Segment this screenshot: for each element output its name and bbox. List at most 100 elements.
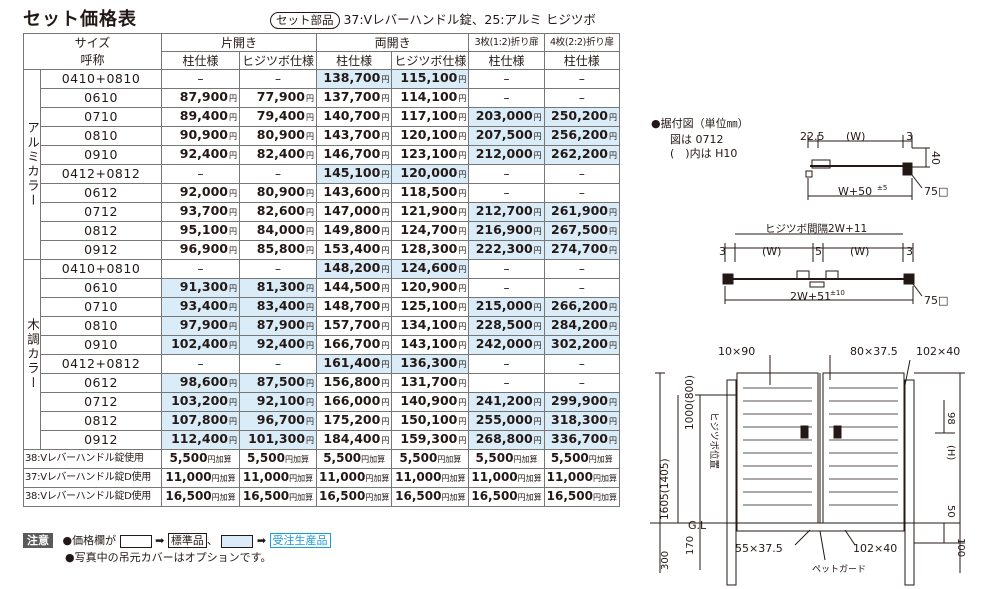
lbl-50: 50 <box>945 505 956 518</box>
price-cell: 82,400円 <box>238 145 318 165</box>
table-row: 0912 96,900円 85,800円 153,400円 128,300円 222,30… <box>24 240 620 260</box>
lbl-top-h: 40 <box>929 151 942 165</box>
price-cell: 266,200円 <box>543 297 620 317</box>
addon-cell: 5,500円加算 <box>238 449 318 469</box>
lbl-mid-total: 2W+51 <box>790 290 831 303</box>
price-cell: 92,000円 <box>161 183 240 203</box>
price-cell: 161,400円 <box>316 354 393 374</box>
price-cell: 118,500円 <box>391 183 470 203</box>
addon-row: 37:Vレバーハンドル錠D使用 11,000円加算 11,000円加算 11,000円… <box>23 468 620 488</box>
price-cell: 128,300円 <box>391 240 470 260</box>
lbl-mid-c: 5 <box>815 245 822 258</box>
size-cell: 0412+0812 <box>40 164 162 184</box>
table-row: 0810 97,900円 87,900円 157,700円 134,100円 228,50… <box>24 316 620 336</box>
stop-shape <box>809 281 825 288</box>
addon-cell: 5,500円加算 <box>543 449 620 469</box>
lbl-top-r: 3 <box>906 130 913 143</box>
price-cell: 318,300円 <box>543 411 620 431</box>
price-cell: 87,900円 <box>238 316 318 336</box>
price-cell: 284,200円 <box>543 316 620 336</box>
table-row: 0810 90,900円 80,900円 143,700円 120,100円 207,50… <box>24 126 620 146</box>
price-cell: 80,900円 <box>238 183 318 203</box>
price-cell: 89,400円 <box>161 107 240 127</box>
notes-line2: ●写真中の吊元カバーはオプションです。 <box>65 551 272 564</box>
lbl-top-tol: ±5 <box>877 184 887 192</box>
price-cell: 92,400円 <box>161 145 240 165</box>
price-cell: 267,500円 <box>543 221 620 241</box>
price-cell: – <box>543 69 620 89</box>
group-header: 片開き <box>160 33 318 52</box>
lbl-top-l: 22.5 <box>800 130 825 143</box>
size-cell: 0910 <box>40 335 162 355</box>
page-title: セット価格表 <box>23 9 137 30</box>
price-cell: 120,000円 <box>391 164 470 184</box>
gate-right-leaf <box>822 372 905 524</box>
price-cell: 81,300円 <box>238 278 318 298</box>
price-cell: 96,900円 <box>161 240 240 260</box>
price-cell: 222,300円 <box>468 240 545 260</box>
price-cell: 138,700円 <box>316 69 393 89</box>
addon-cell: 16,500円加算 <box>161 487 240 507</box>
price-cell: – <box>468 183 545 203</box>
price-cell: 124,600円 <box>391 259 470 279</box>
price-cell: 159,300円 <box>391 430 470 450</box>
lbl-mid-r: 3 <box>906 245 913 258</box>
size-cell: 0410+0810 <box>40 69 162 89</box>
price-cell: 299,900円 <box>543 392 620 412</box>
post-shape <box>903 273 915 285</box>
price-cell: 103,200円 <box>161 392 240 412</box>
price-cell: 216,900円 <box>468 221 545 241</box>
sub-header: ヒジツボ仕様 <box>238 51 318 70</box>
price-cell: 87,900円 <box>161 88 240 108</box>
price-cell: 212,700円 <box>468 202 545 222</box>
price-cell: 82,600円 <box>238 202 318 222</box>
lbl-b1: 55×37.5 <box>735 542 783 555</box>
price-table: サイズ 片開き 両開き 3枚(1:2)折り扉 4枚(2:2)折り扉 呼称 柱仕様 ヒジツボ仕様… <box>23 33 620 507</box>
price-cell: – <box>543 373 620 393</box>
lbl-top-total: W+50 <box>838 185 872 198</box>
price-cell: 121,900円 <box>391 202 470 222</box>
notes: 注意 ●価格欄が ➡ 標準品、 ➡ 受注生産品 ●写真中の吊元カバーはオプション… <box>23 532 331 565</box>
lbl-300: 300 <box>660 551 671 570</box>
price-cell: 77,900円 <box>238 88 318 108</box>
addon-cell: 16,500円加算 <box>391 487 470 507</box>
lock-shape <box>796 270 810 280</box>
subtitle: セット部品 37:Vレバーハンドル錠、25:アルミ ヒジツボ <box>270 9 596 29</box>
price-cell: 262,200円 <box>543 145 620 165</box>
lock-shape <box>811 159 831 169</box>
handle-shape <box>833 425 842 439</box>
price-cell: 140,700円 <box>316 107 393 127</box>
price-cell: 175,200円 <box>316 411 393 431</box>
addon-label: 38:Vレバーハンドル錠使用 <box>23 449 162 469</box>
group-header: 両開き <box>316 33 470 52</box>
price-cell: 241,200円 <box>468 392 545 412</box>
lbl-t3: 102×40 <box>916 345 960 358</box>
price-cell: 87,500円 <box>238 373 318 393</box>
group-header: 3枚(1:2)折り扉 <box>468 33 545 52</box>
price-cell: – <box>161 69 240 89</box>
sub-header: ヒジツボ仕様 <box>391 51 470 70</box>
lbl-guard: ペットガード <box>812 564 866 575</box>
price-cell: 143,100円 <box>391 335 470 355</box>
size-cell: 0610 <box>40 88 162 108</box>
price-cell: 93,700円 <box>161 202 240 222</box>
addon-row: 38:Vレバーハンドル錠使用 5,500円加算 5,500円加算 5,500円加算 5,… <box>23 449 620 469</box>
post-shape <box>722 273 734 285</box>
left-post <box>726 379 737 586</box>
leader-line <box>911 174 923 189</box>
gate-slats <box>743 387 898 506</box>
price-cell: 203,000円 <box>468 107 545 127</box>
arrow-icon: ➡ <box>155 534 165 547</box>
price-cell: 157,700円 <box>316 316 393 336</box>
size-cell: 0912 <box>40 430 162 450</box>
price-cell: – <box>543 164 620 184</box>
sub-header: 柱仕様 <box>543 51 620 70</box>
price-cell: 148,700円 <box>316 297 393 317</box>
lbl-b2: 102×40 <box>853 542 897 555</box>
table-row: 0710 93,400円 83,400円 148,700円 125,100円 215,00… <box>24 297 620 317</box>
table-row: 0412+0812– –161,400円 136,300円 – – <box>24 354 620 374</box>
price-cell: 84,000円 <box>238 221 318 241</box>
price-cell: 93,400円 <box>161 297 240 317</box>
price-cell: – <box>161 164 240 184</box>
table-row: 0812 107,800円 96,700円 175,200円 150,100円 255,0… <box>24 411 620 431</box>
